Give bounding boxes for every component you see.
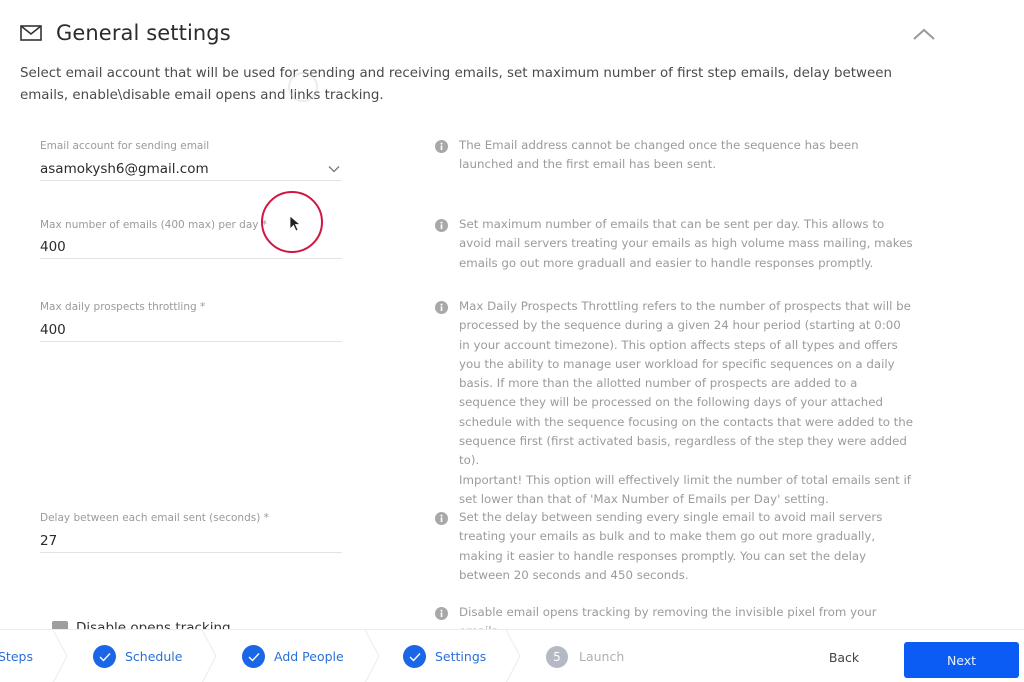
check-icon: [403, 645, 426, 668]
info-icon: [435, 607, 448, 620]
delay-field: Delay between each email sent (seconds) …: [40, 511, 342, 553]
step-separator: [201, 630, 217, 682]
info-text: Max Daily Prospects Throttling refers to…: [459, 297, 915, 509]
step-label: Steps: [0, 649, 33, 664]
max-prospects-field: Max daily prospects throttling *: [40, 300, 342, 342]
step-separator: [52, 630, 68, 682]
delay-label: Delay between each email sent (seconds) …: [40, 512, 269, 524]
info-text: Set maximum number of emails that can be…: [459, 217, 913, 270]
info-max-prospects-text: Max Daily Prospects Throttling refers to…: [459, 299, 914, 468]
step-number: 5: [546, 645, 568, 668]
mail-icon: [20, 25, 42, 41]
info-icon: [435, 512, 448, 525]
check-icon: [242, 645, 265, 668]
chevron-up-icon[interactable]: [910, 24, 938, 44]
step-schedule[interactable]: Schedule: [93, 630, 182, 682]
loading-spinner-icon: [288, 72, 318, 102]
email-account-value: asamokysh6@gmail.com: [40, 161, 209, 177]
step-steps[interactable]: Steps: [0, 630, 33, 682]
info-icon: [435, 219, 448, 232]
info-delay: Set the delay between sending every sing…: [435, 508, 915, 585]
info-max-prospects-important: Important! This option will effectively …: [459, 472, 911, 506]
info-icon: [435, 301, 448, 314]
step-label: Launch: [579, 649, 625, 664]
step-launch[interactable]: 5 Launch: [546, 630, 624, 682]
step-separator: [505, 630, 521, 682]
step-separator: [364, 630, 380, 682]
info-text: Set the delay between sending every sing…: [459, 510, 883, 582]
step-label: Add People: [274, 649, 344, 664]
back-button[interactable]: Back: [815, 642, 873, 672]
mouse-cursor-icon: [289, 215, 301, 232]
max-prospects-input[interactable]: [40, 318, 342, 342]
step-label: Settings: [435, 649, 487, 664]
step-add-people[interactable]: Add People: [242, 630, 344, 682]
section-title: General settings: [56, 21, 231, 45]
info-max-emails: Set maximum number of emails that can be…: [435, 215, 915, 273]
general-settings-page: General settings Select email account th…: [0, 0, 1024, 682]
info-text: The Email address cannot be changed once…: [459, 138, 859, 172]
info-email-account: The Email address cannot be changed once…: [435, 136, 915, 175]
max-prospects-label: Max daily prospects throttling *: [40, 301, 206, 313]
email-account-select[interactable]: asamokysh6@gmail.com: [40, 157, 342, 181]
info-max-prospects: Max Daily Prospects Throttling refers to…: [435, 297, 915, 509]
wizard-footer: Steps Schedule Add People Settings 5 Lau…: [0, 629, 1024, 682]
chevron-down-icon[interactable]: [328, 165, 340, 173]
step-label: Schedule: [125, 649, 183, 664]
check-icon: [93, 645, 116, 668]
step-settings[interactable]: Settings: [403, 630, 486, 682]
section-header: General settings: [20, 18, 231, 48]
info-icon: [435, 140, 448, 153]
next-button[interactable]: Next: [904, 642, 1019, 678]
email-account-field: Email account for sending email asamokys…: [40, 139, 342, 181]
email-account-label: Email account for sending email: [40, 140, 210, 152]
section-description: Select email account that will be used f…: [20, 66, 892, 103]
delay-input[interactable]: [40, 529, 342, 553]
